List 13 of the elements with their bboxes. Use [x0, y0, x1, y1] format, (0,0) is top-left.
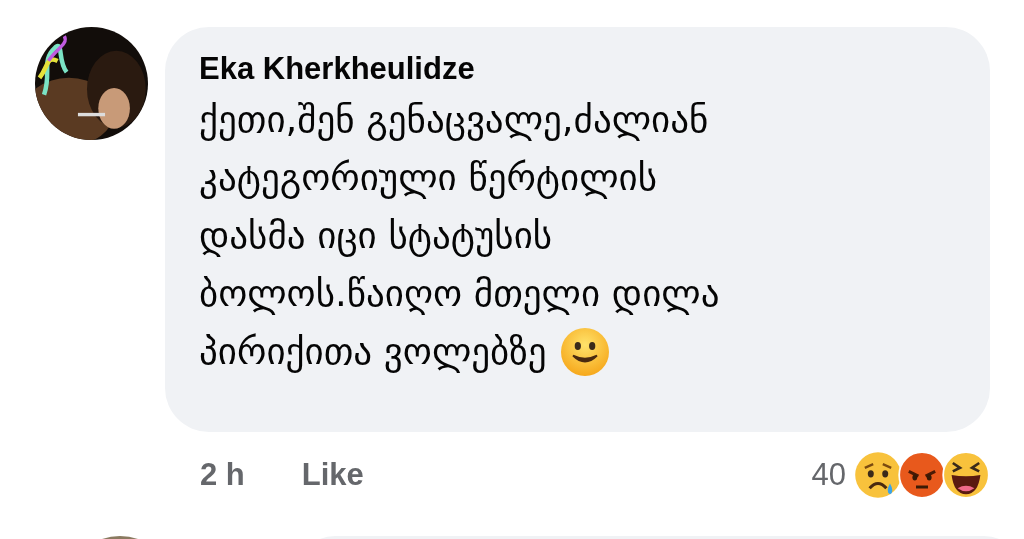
- smiley-icon: [560, 328, 609, 376]
- angry-face-icon: [898, 451, 946, 499]
- comment-text: პირიქითა ვოლებზე: [199, 329, 547, 375]
- comment-text: ბოლოს.წაიღო მთელი დილა: [199, 271, 721, 317]
- laughing-face-icon: [942, 451, 990, 499]
- comment-text: კატეგორიული წერტილის: [199, 155, 659, 201]
- timestamp: 2 h: [200, 457, 245, 493]
- like-button[interactable]: Like: [301, 457, 364, 493]
- author-name[interactable]: Eka Kherkheulidze: [199, 51, 970, 87]
- reaction-count[interactable]: 40: [811, 457, 846, 493]
- sad-face-icon: [854, 451, 902, 499]
- comment-text: ქეთი,შენ გენაცვალე,ძალიან: [199, 97, 710, 143]
- comment-text: დასმა იცი სტატუსის: [199, 213, 554, 259]
